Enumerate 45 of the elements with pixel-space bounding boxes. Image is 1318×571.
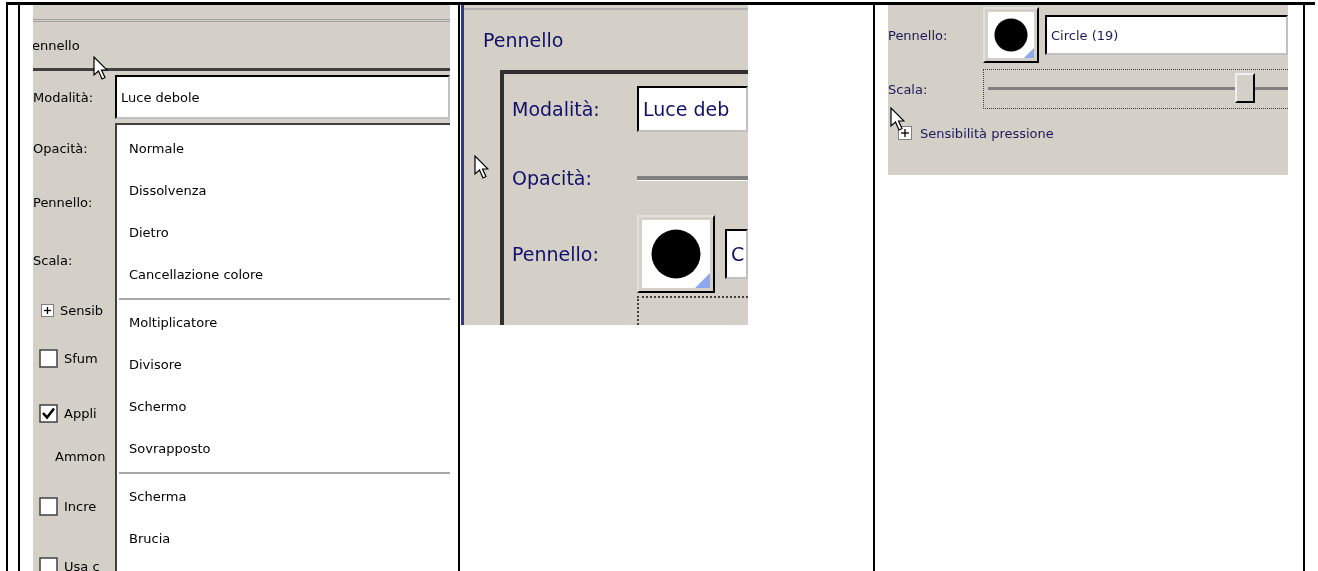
dropdown-item[interactable]: Cancellazione colore <box>117 253 450 295</box>
circle-brush-icon <box>988 12 1034 58</box>
dropdown-item[interactable]: Schermo <box>117 385 450 427</box>
checkbox-label: Incre <box>64 498 97 514</box>
expander-label: Sensibilità pressione <box>920 125 1054 141</box>
cursor-icon <box>890 107 905 132</box>
field-label: Modalità: <box>33 89 95 105</box>
cursor-icon <box>474 155 489 180</box>
field-label: Pennello: <box>888 27 949 43</box>
field-label: Pennello: <box>33 194 93 210</box>
circle-brush-icon <box>642 220 710 288</box>
checkbox-label: Sfum <box>64 350 98 366</box>
dropdown-item[interactable]: Dietro <box>117 211 450 253</box>
checkbox-label: Appli <box>64 405 97 421</box>
dropdown-item[interactable]: Sovrapposto <box>117 427 450 469</box>
mode-field[interactable]: Luce debole <box>115 75 450 119</box>
dropdown-item[interactable]: Dissolvenza <box>117 169 450 211</box>
scale-slider[interactable] <box>983 69 1288 109</box>
dropdown-item[interactable]: Divisore <box>117 343 450 385</box>
slider-thumb[interactable] <box>1235 73 1256 103</box>
checkbox[interactable] <box>39 403 58 423</box>
brush-button[interactable] <box>637 215 715 293</box>
dropdown-item[interactable]: Brucia <box>117 517 450 559</box>
brush-button[interactable] <box>983 7 1039 63</box>
dropdown-item[interactable]: Moltiplicatore <box>117 301 450 343</box>
brush-field[interactable]: Circle (19) <box>1045 15 1288 55</box>
field-label: Pennello: <box>512 243 600 265</box>
mode-field[interactable]: Luce deb <box>637 86 748 132</box>
dropdown-item[interactable]: Scherma <box>117 475 450 517</box>
field-label: Modalità: <box>512 98 601 120</box>
field-label: Opacità: <box>512 167 593 189</box>
slider-track[interactable] <box>637 175 748 181</box>
checkbox[interactable] <box>39 496 58 516</box>
field-label: Scala: <box>33 252 73 268</box>
field-label: Opacità: <box>33 140 88 156</box>
brush-field[interactable]: C <box>725 229 748 279</box>
field-label: Ammon <box>55 448 106 464</box>
section-heading: Pennello <box>482 28 565 53</box>
checkbox-label: Usa c <box>64 558 100 571</box>
checkbox[interactable] <box>39 556 58 571</box>
cursor-icon <box>93 56 108 81</box>
checkbox[interactable] <box>39 348 58 368</box>
field-label: Scala: <box>888 81 929 97</box>
expander-label: Sensib <box>60 302 104 318</box>
dropdown-item[interactable]: Normale <box>117 127 450 169</box>
